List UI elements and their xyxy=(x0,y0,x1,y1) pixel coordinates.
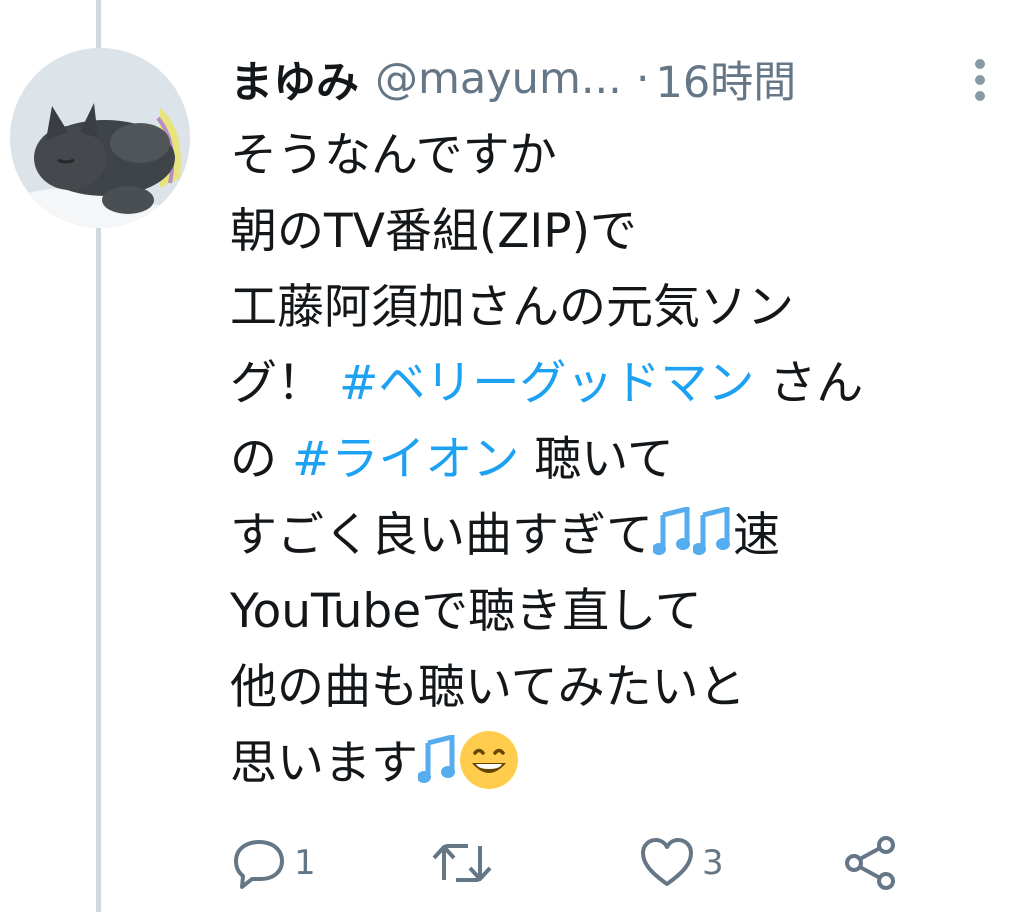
tweet-line: 朝のTV番組(ZIP)で xyxy=(230,194,1010,270)
cat-avatar-image xyxy=(10,48,190,228)
hashtag-link[interactable]: #ベリーグッドマン xyxy=(339,356,754,411)
tweet-header: まゆみ @mayum... · 16時間 xyxy=(230,44,990,114)
display-name[interactable]: まゆみ xyxy=(230,48,359,110)
reply-button[interactable]: 1 xyxy=(230,828,316,898)
musical-notes-emoji xyxy=(653,507,690,555)
tweet-text-segment: すごく良い曲すぎて xyxy=(230,508,653,563)
grinning-face-emoji xyxy=(460,731,518,789)
more-options-button[interactable] xyxy=(960,50,1000,110)
tweet-text-segment: 他の曲も聴いてみたいと xyxy=(230,660,746,715)
retweet-button[interactable] xyxy=(430,828,494,898)
like-button[interactable]: 3 xyxy=(638,828,724,898)
tweet-text-segment: さん xyxy=(754,356,864,411)
reply-count: 1 xyxy=(294,843,316,883)
tweet-line: 他の曲も聴いてみたいと xyxy=(230,650,1010,726)
tweet-text-segment: 思います xyxy=(230,736,418,791)
tweet-text-segment: YouTubeで聴き直して xyxy=(230,584,702,639)
tweet-line: すごく良い曲すぎて 速 xyxy=(230,498,1010,574)
tweet-text-segment: そうなんですか xyxy=(230,128,557,183)
musical-notes-emoji xyxy=(693,507,730,555)
tweet-actions: 1 3 xyxy=(230,828,1010,898)
tweet-line: YouTubeで聴き直して xyxy=(230,574,1010,650)
separator: · xyxy=(635,54,650,104)
more-vertical-icon xyxy=(975,59,985,101)
hashtag-link[interactable]: #ライオン xyxy=(292,432,519,487)
like-count: 3 xyxy=(702,843,724,883)
tweet-line: の #ライオン 聴いて xyxy=(230,422,1010,498)
share-button[interactable] xyxy=(842,828,898,898)
reply-icon xyxy=(234,840,284,889)
musical-notes-emoji xyxy=(418,735,455,783)
tweet-line: そうなんですか xyxy=(230,118,1010,194)
tweet-line: 思います xyxy=(230,726,1010,802)
tweet-text-segment: グ！ xyxy=(230,356,339,411)
tweet-text-segment: 朝のTV番組(ZIP)で xyxy=(230,204,637,259)
heart-icon xyxy=(641,838,693,886)
tweet-line: グ！ #ベリーグッドマン さん xyxy=(230,346,1010,422)
user-handle[interactable]: @mayum... xyxy=(375,54,622,104)
tweet-text: そうなんですか 朝のTV番組(ZIP)で 工藤阿須加さんの元気ソン グ！ #ベリ… xyxy=(230,118,1010,802)
tweet-text-segment: 聴いて xyxy=(519,432,674,487)
tweet-text-segment: の xyxy=(230,432,292,487)
retweet-icon xyxy=(432,844,492,882)
timestamp[interactable]: 16時間 xyxy=(656,48,797,110)
tweet-text-segment: 速 xyxy=(733,508,780,563)
tweet-line: 工藤阿須加さんの元気ソン xyxy=(230,270,1010,346)
share-icon xyxy=(845,836,895,890)
avatar[interactable] xyxy=(10,48,190,228)
tweet-text-segment: 工藤阿須加さんの元気ソン xyxy=(230,280,794,335)
